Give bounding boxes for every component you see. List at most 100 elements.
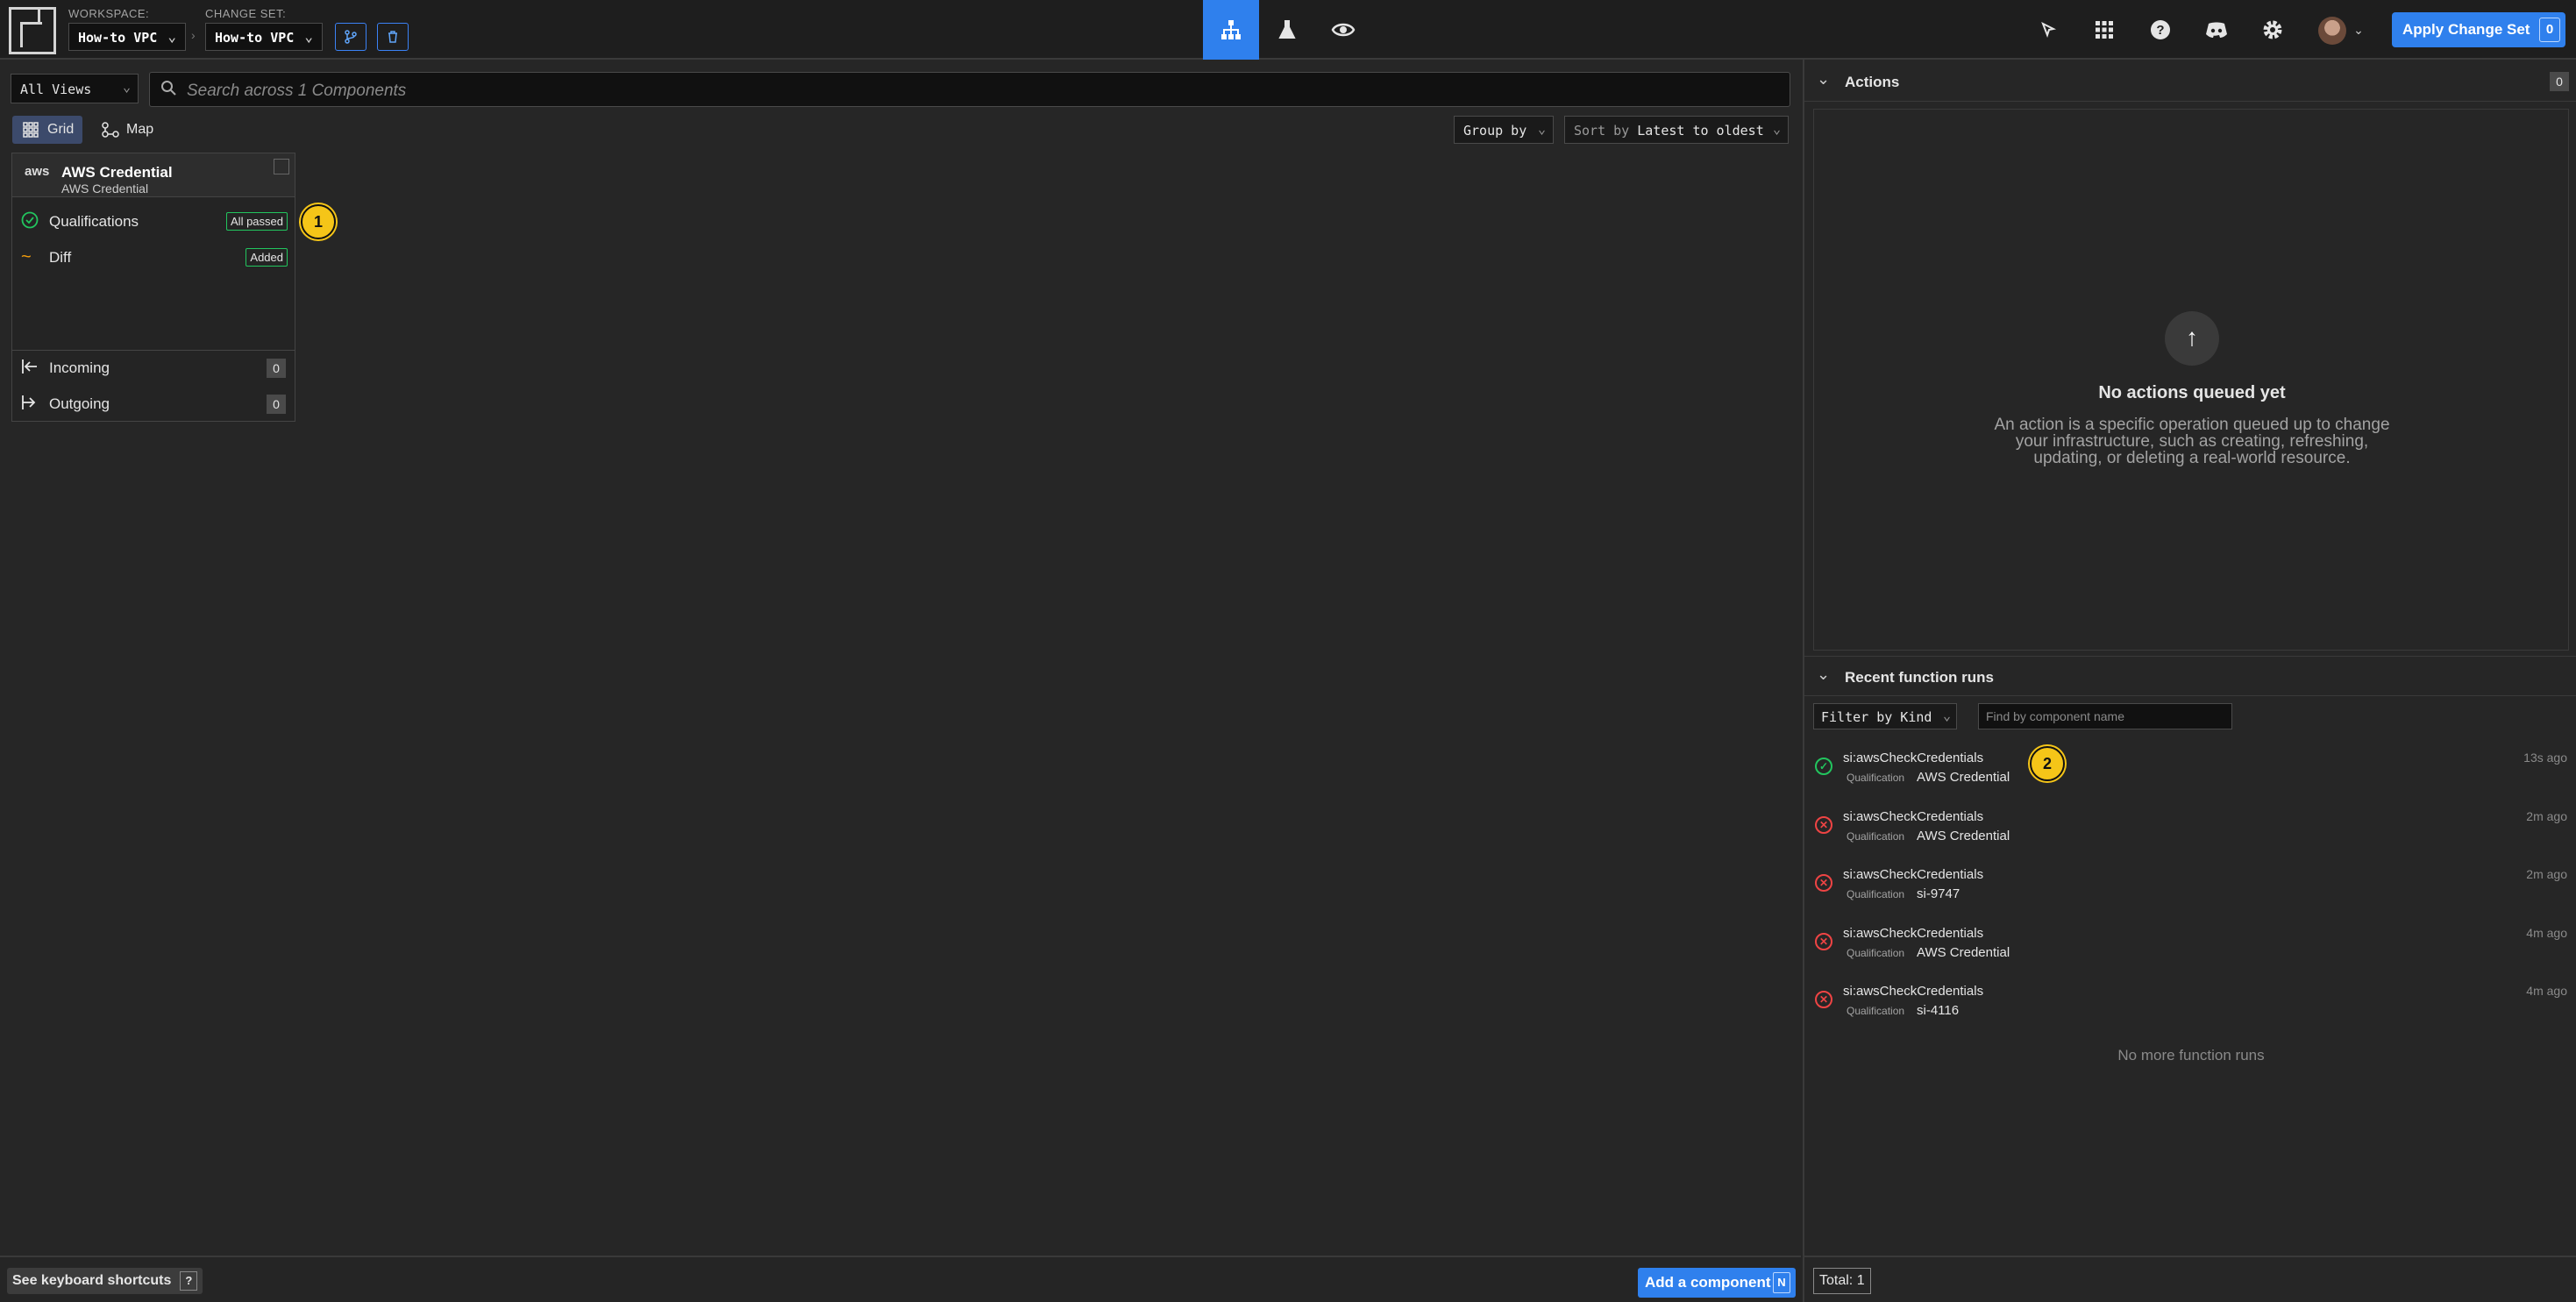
map-nodes-icon [102,120,119,142]
tab-customize[interactable] [1259,0,1315,60]
function-run-name: si:awsCheckCredentials [1843,926,1984,941]
qualifications-badge: All passed [226,212,288,231]
function-run-kind: Qualification [1847,1005,1905,1017]
function-run-time: 2m ago [2526,809,2567,823]
check-circle-icon [21,211,39,234]
chevron-down-icon: ⌄ [1772,121,1781,137]
beaker-icon [1278,20,1296,39]
function-run-kind: Qualification [1847,830,1905,843]
group-by-select[interactable]: Group by ⌄ [1454,116,1554,144]
function-run-row[interactable]: ✕ si:awsCheckCredentials Qualification s… [1804,978,2576,1036]
actions-empty-state: ↑ No actions queued yet An action is a s… [1813,109,2569,651]
eye-icon [1331,23,1356,37]
keyboard-shortcuts-button[interactable]: See keyboard shortcuts ? [7,1268,203,1294]
right-panel-footer: Total: 1 [1804,1256,2576,1302]
views-select[interactable]: All Views ⌄ [11,74,139,103]
outgoing-row[interactable]: Outgoing 0 [12,386,295,421]
qualifications-row[interactable]: Qualifications All passed [12,203,295,238]
apps-grid-icon[interactable] [2089,14,2120,46]
changeset-label: CHANGE SET: [205,7,287,20]
group-by-label: Group by [1463,123,1527,139]
function-run-component: si-9747 [1917,886,1960,901]
outgoing-count: 0 [267,395,286,414]
add-component-button[interactable]: Add a component N [1638,1268,1796,1298]
function-run-row[interactable]: ✕ si:awsCheckCredentials Qualification A… [1804,804,2576,862]
chevron-down-icon: ⌄ [1817,70,1831,88]
actions-section-header[interactable]: ⌄ Actions 0 [1804,61,2576,102]
top-bar: WORKSPACE: How-to VPC ⌄ › CHANGE SET: Ho… [0,0,2576,60]
views-value: All Views [20,82,92,97]
function-run-time: 13s ago [2523,751,2567,765]
function-run-kind: Qualification [1847,888,1905,900]
add-component-key-badge: N [1773,1272,1790,1293]
chevron-down-icon: ⌄ [304,28,313,45]
grid-view-toggle[interactable]: Grid [12,116,83,144]
function-run-kind: Qualification [1847,772,1905,784]
app-logo-icon[interactable] [9,7,56,54]
function-runs-section-header[interactable]: ⌄ Recent function runs [1804,656,2576,696]
sort-by-value: Latest to oldest [1637,123,1764,139]
callout-marker-2: 2 [2030,746,2065,781]
chevron-down-icon[interactable]: ⌄ [2350,14,2367,46]
chevron-down-icon: ⌄ [167,28,176,45]
chevron-down-icon: ⌄ [122,79,131,95]
chevron-down-icon: ⌄ [1817,665,1831,683]
help-icon[interactable]: ? [2145,14,2176,46]
function-run-time: 2m ago [2526,867,2567,881]
incoming-row[interactable]: Incoming 0 [12,350,295,385]
component-card[interactable]: aws AWS Credential AWS Credential Qualif… [11,153,295,422]
create-changeset-button[interactable] [335,23,366,51]
git-branch-icon [345,30,357,44]
search-icon [160,80,176,100]
discord-icon[interactable] [2201,14,2232,46]
shortcut-key-badge: ? [180,1271,198,1291]
add-component-label: Add a component [1645,1274,1771,1291]
function-run-component: AWS Credential [1917,945,2010,960]
qualifications-label: Qualifications [49,213,139,230]
no-more-runs-text: No more function runs [2117,1047,2265,1064]
function-run-name: si:awsCheckCredentials [1843,809,1984,824]
component-select-checkbox[interactable] [274,159,289,174]
function-run-kind: Qualification [1847,947,1905,959]
changeset-value: How-to VPC [215,30,295,46]
grid-label: Grid [47,122,75,137]
sort-by-select[interactable]: Sort by Latest to oldest ⌄ [1564,116,1789,144]
sort-by-label: Sort by [1574,123,1630,139]
diagram-icon [1221,20,1241,39]
find-component-input[interactable]: Find by component name [1978,703,2232,729]
filter-by-kind-select[interactable]: Filter by Kind ⌄ [1813,703,1957,729]
user-avatar[interactable] [2318,17,2346,45]
function-run-row[interactable]: ✓ si:awsCheckCredentials Qualification A… [1804,745,2576,803]
search-placeholder: Search across 1 Components [187,82,407,100]
tilde-icon: ~ [21,247,32,267]
changeset-select[interactable]: How-to VPC ⌄ [205,23,323,51]
outgoing-label: Outgoing [49,395,110,412]
map-view-toggle[interactable]: Map [91,116,162,144]
tab-model[interactable] [1203,0,1259,60]
settings-gear-icon[interactable] [2257,14,2288,46]
diff-row[interactable]: ~ Diff Added [12,239,295,274]
function-run-component: AWS Credential [1917,770,2010,785]
incoming-label: Incoming [49,359,110,376]
abandon-changeset-button[interactable] [377,23,409,51]
function-run-row[interactable]: ✕ si:awsCheckCredentials Qualification A… [1804,921,2576,978]
tab-view[interactable] [1315,0,1371,60]
keyboard-shortcuts-label: See keyboard shortcuts [12,1273,172,1288]
failure-x-icon: ✕ [1815,874,1832,892]
incoming-count: 0 [267,359,286,378]
apply-changeset-button[interactable]: Apply Change Set 0 [2392,12,2565,47]
failure-x-icon: ✕ [1815,816,1832,834]
search-input[interactable]: Search across 1 Components [149,72,1790,107]
apply-changeset-label: Apply Change Set [2402,21,2530,38]
chevron-down-icon: ⌄ [1942,708,1951,723]
diff-badge: Added [246,248,288,267]
empty-actions-title: No actions queued yet [2098,383,2286,402]
workspace-select[interactable]: How-to VPC ⌄ [68,23,186,51]
apply-count-badge: 0 [2539,18,2560,42]
failure-x-icon: ✕ [1815,991,1832,1008]
component-card-header: aws AWS Credential AWS Credential [12,153,295,197]
function-run-row[interactable]: ✕ si:awsCheckCredentials Qualification s… [1804,862,2576,920]
arrow-up-icon: ↑ [2165,311,2219,366]
cursor-icon[interactable] [2032,14,2064,46]
aws-logo-icon: aws [25,164,50,179]
